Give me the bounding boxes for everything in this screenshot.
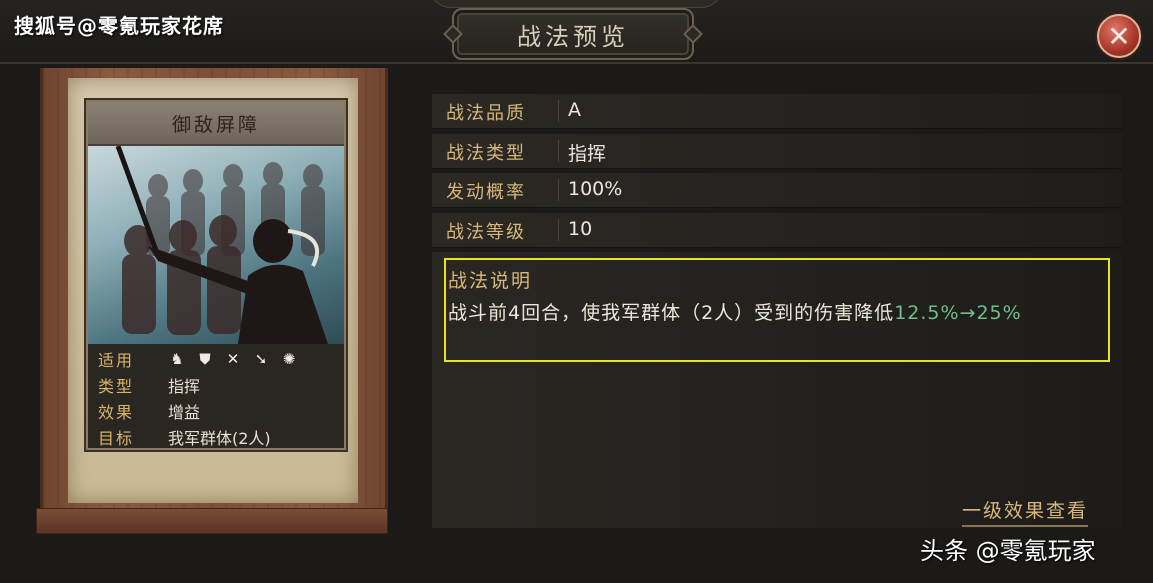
chariot-icon: ✺ <box>282 350 296 368</box>
tactic-name: 御敌屏障 <box>88 102 344 146</box>
card-row-applicable: 适用 ♞ ⛊ ✕ ➘ ✺ <box>88 346 344 372</box>
stat-row-probability: 发动概率 100% <box>432 173 1122 208</box>
stat-key: 战法类型 <box>446 143 526 164</box>
card-row-key: 效果 <box>98 403 135 422</box>
card-row-key: 目标 <box>98 429 135 448</box>
stat-key: 战法等级 <box>446 222 526 243</box>
stat-value: 10 <box>568 218 593 240</box>
stat-value: 100% <box>568 178 623 200</box>
card-row-key: 适用 <box>98 351 135 370</box>
card-row-value: 增益 <box>168 403 201 422</box>
stat-row-type: 战法类型 指挥 <box>432 134 1122 169</box>
stat-value: A <box>568 99 581 121</box>
description-highlight-value: 12.5%→25% <box>894 302 1022 324</box>
stat-row-quality: 战法品质 A <box>432 94 1122 129</box>
shield-icon: ⛊ <box>199 350 211 368</box>
close-button[interactable]: ✕ <box>1097 14 1141 58</box>
card-row-value: 指挥 <box>168 377 201 396</box>
spear-icon: ➘ <box>254 350 268 368</box>
card-row-target: 目标 我军群体(2人) <box>88 424 344 450</box>
divider <box>558 100 559 122</box>
tactic-illustration <box>88 146 344 344</box>
stat-key: 发动概率 <box>446 182 526 203</box>
description-body: 战斗前4回合，使我军群体（2人）受到的伤害降低 <box>448 302 895 324</box>
soldiers-silhouette-image <box>115 146 328 344</box>
bow-icon: ✕ <box>226 350 240 368</box>
window-title: 战法预览 <box>452 8 694 60</box>
watermark-bottom: 头条 @零氪玩家 <box>920 537 1096 565</box>
divider <box>558 219 559 241</box>
level-effect-link[interactable]: 一级效果查看 <box>962 496 1089 527</box>
stat-value: 指挥 <box>568 143 607 165</box>
card-row-type: 类型 指挥 <box>88 372 344 398</box>
stat-row-level: 战法等级 10 <box>432 213 1122 248</box>
close-icon: ✕ <box>1107 19 1131 53</box>
card-row-value: 我军群体(2人) <box>168 429 271 448</box>
tactic-card: 御敌屏障 适用 ♞ ⛊ ✕ ➘ ✺ 类型 指挥 效果 增益 目标 我军群体(2人… <box>86 100 346 450</box>
title-ornament <box>430 0 722 8</box>
scroll-roller <box>36 508 388 534</box>
cavalry-icon: ♞ <box>170 350 184 368</box>
divider <box>558 179 559 201</box>
stat-key: 战法品质 <box>446 103 526 124</box>
divider <box>558 140 559 162</box>
description-title: 战法说明 <box>448 270 533 292</box>
watermark-top: 搜狐号@零氪玩家花席 <box>14 14 224 38</box>
card-row-effect: 效果 增益 <box>88 398 344 424</box>
card-row-key: 类型 <box>98 377 135 396</box>
description-text: 战斗前4回合，使我军群体（2人）受到的伤害降低12.5%→25% <box>448 296 1103 330</box>
